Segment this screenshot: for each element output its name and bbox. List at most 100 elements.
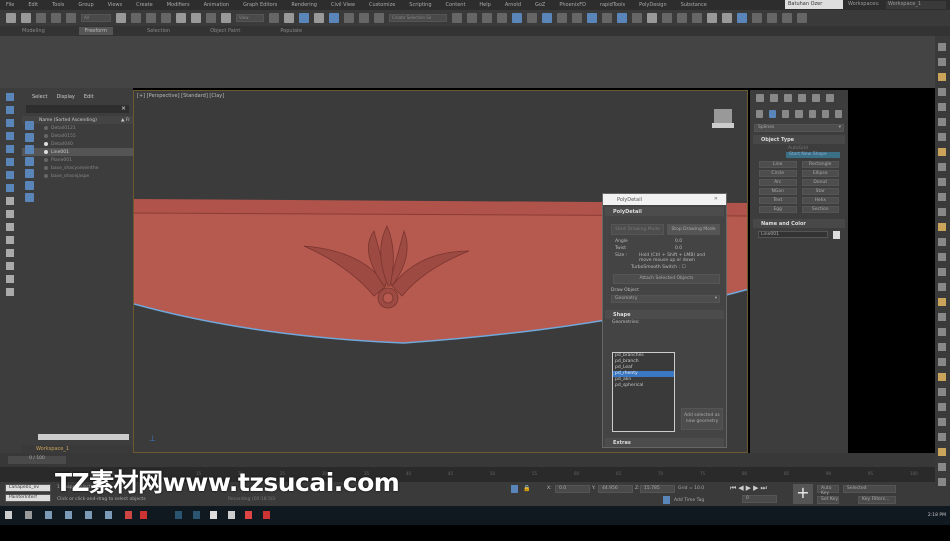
- selection-region-icon[interactable]: [146, 13, 156, 23]
- menu-item-tools[interactable]: Tools: [52, 2, 64, 8]
- visibility-icon[interactable]: [44, 134, 48, 138]
- menu-item-polydesign[interactable]: PolyDesign: [639, 2, 667, 8]
- viewport-tool-icon[interactable]: [6, 145, 14, 153]
- rollout-extras[interactable]: Extras: [605, 438, 724, 447]
- create-tab-icon[interactable]: [756, 94, 764, 102]
- render-setup-icon[interactable]: [572, 13, 582, 23]
- undo-icon[interactable]: [6, 13, 16, 23]
- object-type-line-button[interactable]: Line: [759, 161, 797, 168]
- viewport-tool-icon[interactable]: [6, 197, 14, 205]
- rendered-frame-window-icon[interactable]: [587, 13, 597, 23]
- file-explorer-icon[interactable]: [65, 511, 72, 519]
- user-account-button[interactable]: Batuhan Ozer: [785, 0, 843, 9]
- move-icon[interactable]: [176, 13, 186, 23]
- toolbar-tool-icon[interactable]: [938, 208, 946, 216]
- toolbar-tool-icon[interactable]: [938, 118, 946, 126]
- file-save-icon[interactable]: [782, 13, 792, 23]
- toolbar-tool-icon[interactable]: [938, 463, 946, 471]
- menu-item-substance[interactable]: Substance: [681, 2, 707, 8]
- lights-icon[interactable]: [782, 110, 790, 118]
- mail-icon[interactable]: [105, 511, 112, 519]
- object-type-text-button[interactable]: Text: [759, 197, 797, 204]
- toolbar-tool-icon[interactable]: [938, 358, 946, 366]
- key-filters-button[interactable]: Key Filters...: [858, 496, 896, 504]
- image-viewer-icon[interactable]: [647, 13, 657, 23]
- display-tab-icon[interactable]: [812, 94, 820, 102]
- start-drawing-mode-button[interactable]: Start Drawing Mode: [611, 224, 664, 235]
- file-export-icon[interactable]: [797, 13, 807, 23]
- object-name-input[interactable]: Line001: [758, 231, 828, 238]
- modify-tab-icon[interactable]: [770, 94, 778, 102]
- toolbar-tool-icon[interactable]: [938, 433, 946, 441]
- viewport-tool-icon[interactable]: [6, 171, 14, 179]
- column-frozen-header[interactable]: ▲ Fr: [121, 118, 130, 123]
- object-type-arc-button[interactable]: Arc: [759, 179, 797, 186]
- help-icon[interactable]: [263, 511, 270, 519]
- display-lights-icon[interactable]: [25, 145, 34, 154]
- add-key-icon[interactable]: +: [793, 484, 813, 504]
- toolbar-tool-icon[interactable]: [938, 163, 946, 171]
- scene-workspace-selector[interactable]: Workspace_1: [22, 445, 133, 453]
- viewport-tool-icon[interactable]: [6, 210, 14, 218]
- rollout-name-and-color[interactable]: Name and Color: [753, 219, 845, 228]
- key-mode-dropdown[interactable]: Selected: [843, 485, 896, 493]
- menu-item-create[interactable]: Create: [136, 2, 153, 8]
- viewport-tool-icon[interactable]: [6, 249, 14, 257]
- ribbon-tab-modeling[interactable]: Modeling: [16, 27, 51, 35]
- twist-spinner[interactable]: 0.0: [675, 246, 682, 251]
- viewport-tool-icon[interactable]: [6, 288, 14, 296]
- ribbon-toggle-icon[interactable]: [512, 13, 522, 23]
- viewport-tool-icon[interactable]: [6, 158, 14, 166]
- toolbar-tool-icon[interactable]: [938, 88, 946, 96]
- menu-item-rendering[interactable]: Rendering: [291, 2, 317, 8]
- geometries-listbox[interactable]: pd_branches pd_branch pd_Leaf pd_rhenty pd_a…: [612, 352, 675, 432]
- clear-search-icon[interactable]: ×: [121, 105, 126, 112]
- toolbar-tool-icon[interactable]: [938, 193, 946, 201]
- utilities-tab-icon[interactable]: [826, 94, 834, 102]
- shapes-icon[interactable]: [769, 110, 777, 118]
- spinner-snap-icon[interactable]: [359, 13, 369, 23]
- rollout-object-type[interactable]: Object Type: [753, 135, 845, 144]
- maxscript-listener-1[interactable]: LShape01_ev: [5, 484, 51, 492]
- object-type-rectangle-button[interactable]: Rectangle: [801, 161, 839, 168]
- workspace-dropdown[interactable]: Workspace_1: [886, 1, 946, 9]
- search-icon[interactable]: [25, 511, 32, 519]
- visibility-icon[interactable]: [44, 150, 48, 154]
- spacewarps-icon[interactable]: [821, 110, 829, 118]
- draw-object-dropdown[interactable]: Geometry ▾: [611, 295, 720, 303]
- menu-item-group[interactable]: Group: [78, 2, 93, 8]
- lock-selection-icon[interactable]: 🔒: [523, 485, 530, 492]
- redo-icon[interactable]: [21, 13, 31, 23]
- hierarchy-tab-icon[interactable]: [784, 94, 792, 102]
- snaps-toggle-icon[interactable]: [314, 13, 324, 23]
- calculator-icon[interactable]: [677, 13, 687, 23]
- layer-explorer-icon[interactable]: [482, 13, 492, 23]
- unlink-icon[interactable]: [51, 13, 61, 23]
- rollout-polydetail[interactable]: PolyDetail: [605, 207, 724, 216]
- toolbar-tool-icon[interactable]: [938, 418, 946, 426]
- render-production-icon[interactable]: [602, 13, 612, 23]
- visibility-icon[interactable]: [44, 142, 48, 146]
- lightroom-icon[interactable]: [193, 511, 200, 519]
- edge-icon[interactable]: [45, 511, 52, 519]
- toolbar-tool-icon[interactable]: [938, 73, 946, 81]
- toolbar-tool-icon[interactable]: [938, 148, 946, 156]
- explorer-row[interactable]: Detail0155: [22, 132, 133, 140]
- ribbon-tab-object-paint[interactable]: Object Paint: [204, 27, 246, 35]
- toolbar-tool-icon[interactable]: [938, 343, 946, 351]
- category-dropdown[interactable]: Splines ▾: [754, 124, 844, 132]
- bind-space-warp-icon[interactable]: [66, 13, 76, 23]
- display-groups-icon[interactable]: [25, 193, 34, 202]
- z-coordinate-field[interactable]: 15.785: [640, 485, 675, 493]
- tools-icon[interactable]: [662, 13, 672, 23]
- toolbar-tool-icon[interactable]: [938, 328, 946, 336]
- display-helpers-icon[interactable]: [25, 169, 34, 178]
- toolbar-tool-icon[interactable]: [938, 448, 946, 456]
- explorer-row[interactable]: base_shacyomeinthe: [22, 164, 133, 172]
- dialog-titlebar[interactable]: PolyDetail ✕: [603, 194, 726, 205]
- rotate-icon[interactable]: [191, 13, 201, 23]
- 3dsmax-icon[interactable]: [210, 511, 217, 519]
- acrobat-icon[interactable]: [140, 511, 147, 519]
- named-selection-dropdown[interactable]: Create Selection Se: [389, 14, 447, 22]
- file-icon[interactable]: [767, 13, 777, 23]
